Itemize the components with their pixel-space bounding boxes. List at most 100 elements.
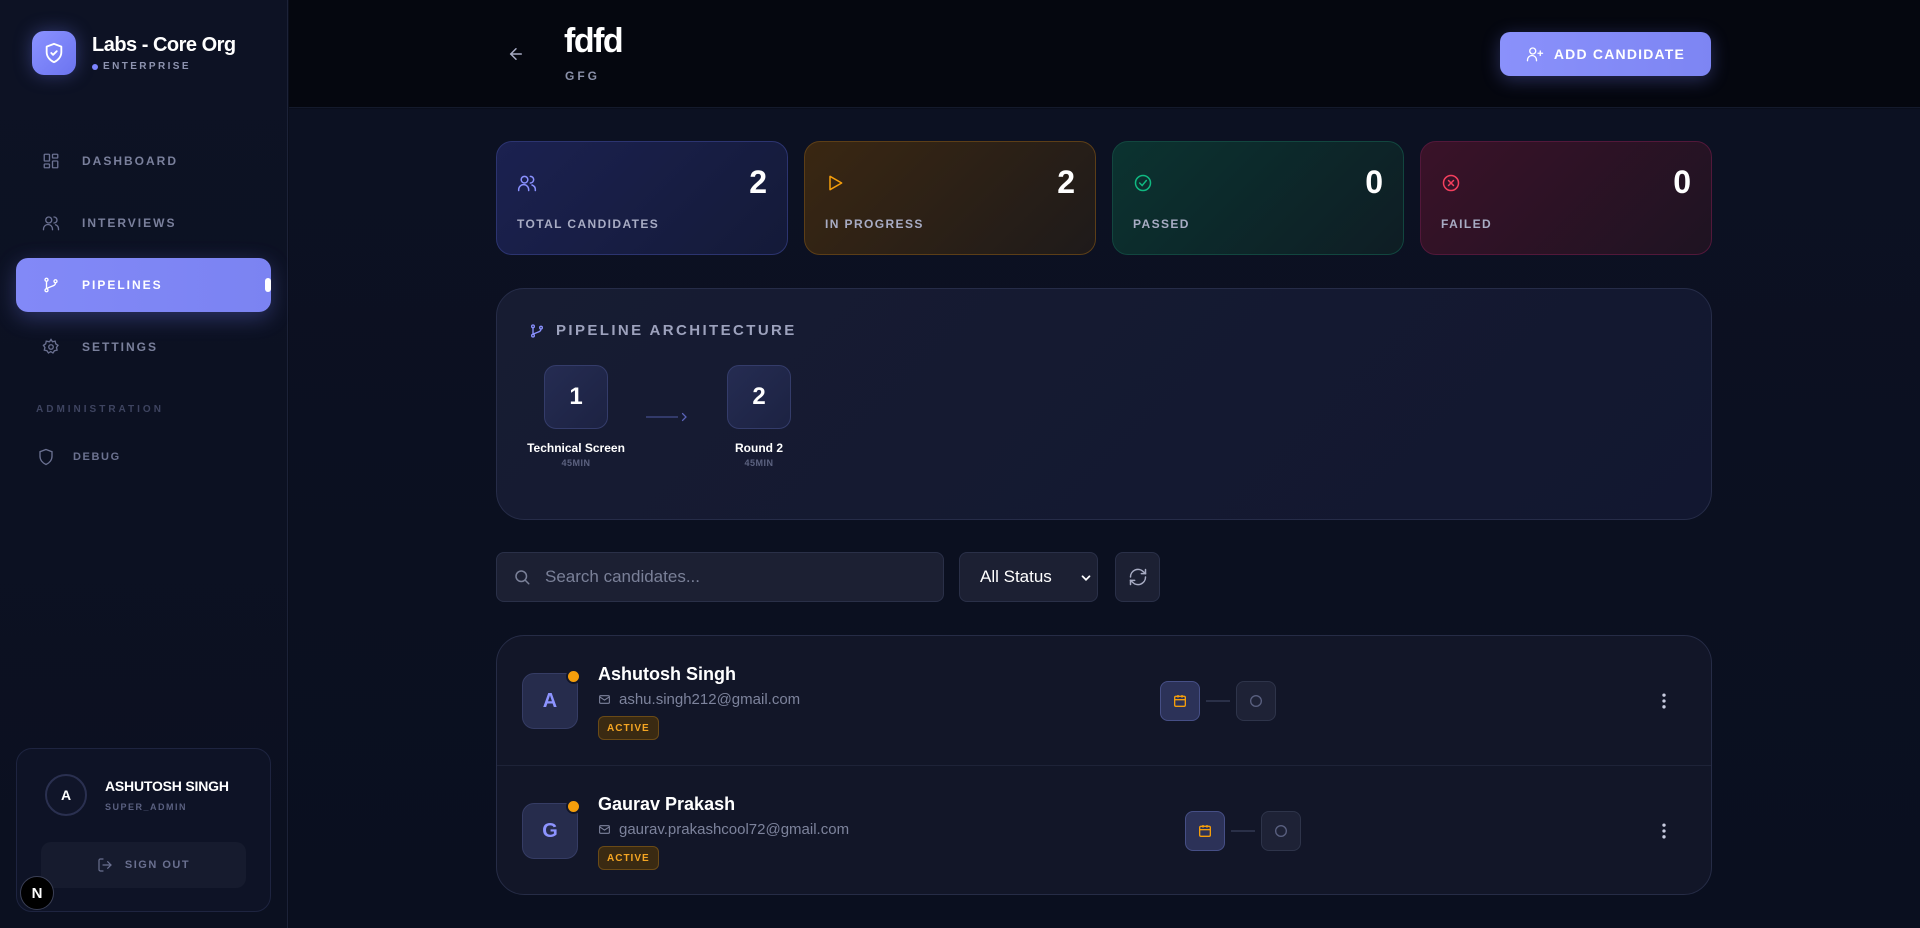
candidate-name: Ashutosh Singh (598, 664, 736, 684)
nav-label: DASHBOARD (82, 154, 178, 168)
stat-value: 0 (1673, 164, 1691, 200)
stat-label: FAILED (1441, 217, 1493, 231)
brand[interactable]: Labs - Core Org ENTERPRISE (32, 31, 236, 75)
candidate-list: A Ashutosh Singh ashu.singh212@gmail.com… (496, 635, 1712, 895)
search-input[interactable] (545, 567, 943, 587)
candidate-row[interactable]: G Gaurav Prakash gaurav.prakashcool72@gm… (497, 766, 1711, 894)
main-nav: DASHBOARD INTERVIEWS PIPELINES SETTINGS (16, 134, 271, 382)
grid-icon (41, 151, 61, 171)
chevron-right-icon (681, 412, 687, 422)
user-card: A ASHUTOSH SINGH SUPER_ADMIN SIGN OUT (16, 748, 271, 912)
status-dot (566, 669, 581, 684)
nav-label: INTERVIEWS (82, 216, 177, 230)
more-vertical-icon (1662, 823, 1666, 839)
status-badge: ACTIVE (598, 716, 659, 740)
stage-name: Round 2 (735, 441, 783, 455)
status-badge: ACTIVE (598, 846, 659, 870)
play-icon (825, 173, 845, 193)
circle-icon (1250, 695, 1262, 707)
candidate-row[interactable]: A Ashutosh Singh ashu.singh212@gmail.com… (497, 636, 1711, 766)
users-icon (517, 173, 537, 193)
stat-card-total: 2 TOTAL CANDIDATES (496, 141, 788, 255)
arrow-left-icon (509, 48, 522, 60)
back-button[interactable] (504, 42, 528, 66)
page-title: fdfd (564, 22, 624, 60)
candidate-name: Gaurav Prakash (598, 794, 736, 814)
stage-name: Technical Screen (527, 441, 625, 455)
nav-item-debug[interactable]: DEBUG (36, 447, 121, 467)
refresh-button[interactable] (1115, 552, 1160, 602)
org-tier: ENTERPRISE (92, 61, 236, 72)
x-circle-icon (1441, 173, 1461, 193)
debug-label: DEBUG (73, 451, 121, 463)
nav-label: SETTINGS (82, 340, 159, 354)
dev-tools-badge[interactable]: N (20, 876, 54, 910)
stage-connector (646, 411, 690, 423)
users-icon (41, 213, 61, 233)
panel-title: PIPELINE ARCHITECTURE (529, 322, 797, 339)
stat-label: IN PROGRESS (825, 217, 924, 231)
check-circle-icon (1133, 173, 1153, 193)
shield-icon (36, 447, 56, 467)
pipeline-stage[interactable]: 1 Technical Screen 45MIN (516, 365, 636, 468)
avatar[interactable]: A (45, 774, 87, 816)
nav-item-pipelines[interactable]: PIPELINES (16, 258, 271, 312)
stat-value: 2 (749, 164, 767, 200)
shield-logo-icon (32, 31, 76, 75)
active-indicator (265, 278, 271, 292)
stat-label: PASSED (1133, 217, 1190, 231)
mail-icon (598, 693, 611, 706)
org-name: Labs - Core Org (92, 34, 236, 56)
pipeline-stage[interactable]: 2 Round 2 45MIN (699, 365, 819, 468)
stage-step-pending[interactable] (1236, 681, 1276, 721)
search-box (496, 552, 944, 602)
stage-step-pending[interactable] (1261, 811, 1301, 851)
page-subtitle: GFG (565, 69, 600, 83)
gear-icon (41, 337, 61, 357)
nav-label: PIPELINES (82, 278, 163, 292)
stage-progress (1160, 681, 1276, 721)
row-menu-button[interactable] (1652, 819, 1676, 843)
status-filter-select[interactable]: All Status (959, 552, 1098, 602)
stat-card-in-progress: 2 IN PROGRESS (804, 141, 1096, 255)
pipeline-architecture-panel: PIPELINE ARCHITECTURE 1 Technical Screen… (496, 288, 1712, 520)
stage-number: 2 (727, 365, 791, 429)
stage-duration: 45MIN (561, 458, 591, 468)
calendar-icon (1199, 825, 1211, 837)
row-menu-button[interactable] (1652, 689, 1676, 713)
sidebar: Labs - Core Org ENTERPRISE DASHBOARD INT… (0, 0, 288, 928)
git-branch-icon (529, 323, 545, 339)
sign-out-label: SIGN OUT (124, 859, 191, 871)
stat-label: TOTAL CANDIDATES (517, 217, 660, 231)
candidate-email: gaurav.prakashcool72@gmail.com (598, 821, 849, 838)
nav-item-dashboard[interactable]: DASHBOARD (16, 134, 271, 188)
admin-section-label: ADMINISTRATION (36, 404, 164, 415)
stat-card-passed: 0 PASSED (1112, 141, 1404, 255)
main-content: 2 TOTAL CANDIDATES 2 IN PROGRESS 0 PASSE… (289, 109, 1920, 928)
stage-step-current[interactable] (1185, 811, 1225, 851)
user-role: SUPER_ADMIN (105, 802, 188, 812)
refresh-icon (1129, 568, 1146, 586)
circle-icon (1275, 825, 1287, 837)
calendar-icon (1174, 695, 1186, 707)
stage-progress (1185, 811, 1301, 851)
nav-item-interviews[interactable]: INTERVIEWS (16, 196, 271, 250)
add-candidate-button[interactable]: ADD CANDIDATE (1500, 32, 1711, 76)
nav-item-settings[interactable]: SETTINGS (16, 320, 271, 374)
search-icon (513, 568, 531, 586)
status-dot (566, 799, 581, 814)
stage-number: 1 (544, 365, 608, 429)
user-name: ASHUTOSH SINGH (105, 778, 229, 794)
status-filter-value: All Status (980, 567, 1052, 586)
more-vertical-icon (1662, 693, 1666, 709)
log-out-icon (97, 857, 113, 873)
chevron-down-icon (1079, 571, 1093, 585)
stage-duration: 45MIN (744, 458, 774, 468)
stage-step-current[interactable] (1160, 681, 1200, 721)
stat-value: 0 (1365, 164, 1383, 200)
mail-icon (598, 823, 611, 836)
add-candidate-label: ADD CANDIDATE (1553, 46, 1686, 62)
sign-out-button[interactable]: SIGN OUT (41, 842, 246, 888)
candidate-email: ashu.singh212@gmail.com (598, 691, 800, 708)
git-branch-icon (41, 275, 61, 295)
